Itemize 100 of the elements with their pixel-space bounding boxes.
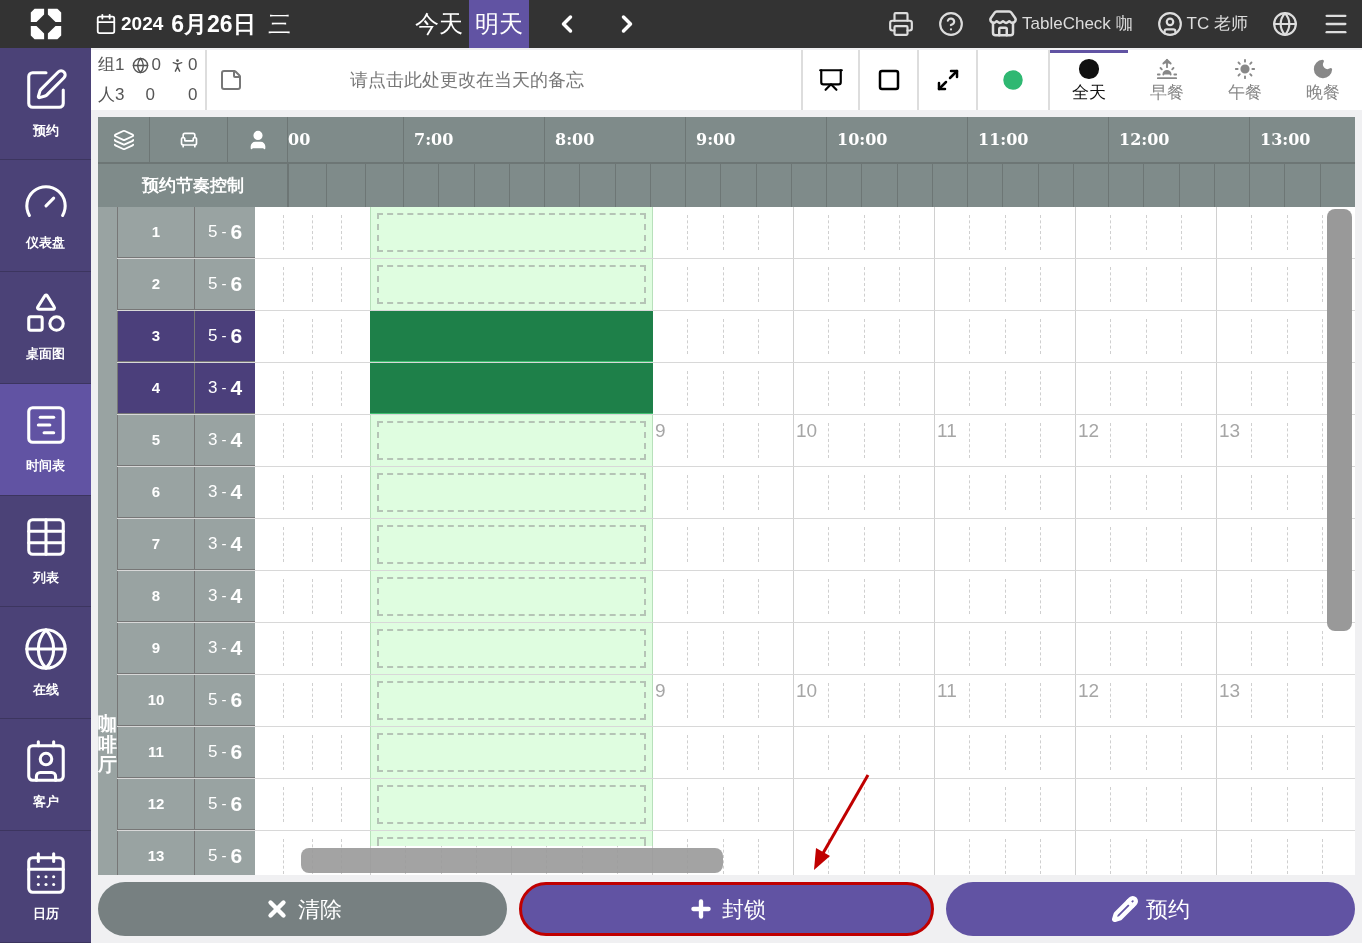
expand-icon[interactable] (935, 68, 960, 92)
selected-slot[interactable] (370, 363, 653, 414)
table-header-cell[interactable]: 5 3 - 4 (117, 415, 255, 466)
min-capacity: 3 (207, 585, 218, 608)
hour-mark: 11 (937, 679, 957, 703)
horizontal-scrollbar[interactable] (301, 848, 723, 873)
help-icon[interactable] (938, 11, 965, 37)
table-header-cell[interactable]: 9 3 - 4 (117, 623, 255, 674)
table-number[interactable]: 13 (147, 844, 165, 868)
min-capacity: 5 (207, 221, 218, 244)
table-header-cell[interactable]: 2 5 - 6 (117, 259, 255, 310)
language-icon[interactable] (1272, 11, 1298, 37)
table-header-cell[interactable]: 6 3 - 4 (117, 467, 255, 518)
available-slot[interactable] (370, 207, 653, 258)
table-number[interactable]: 2 (151, 272, 161, 296)
sidebar-item[interactable]: 时间表 (0, 383, 91, 496)
memo-field[interactable]: 请点击此处更改在当天的备忘 (207, 50, 801, 110)
table-header-cell[interactable]: 4 3 - 4 (117, 363, 255, 414)
min-capacity: 3 (207, 429, 218, 452)
user-icon[interactable] (1156, 11, 1183, 37)
table-header-cell[interactable]: 7 3 - 4 (117, 519, 255, 570)
max-capacity: 4 (230, 427, 243, 454)
range-dash: - (221, 793, 227, 814)
hour-label: 12:00 (1119, 128, 1170, 151)
hour-mark: 12 (1078, 679, 1100, 703)
available-slot[interactable] (370, 831, 653, 846)
available-slot[interactable] (370, 467, 653, 518)
memo-icon (219, 68, 244, 92)
table-number[interactable]: 4 (151, 376, 161, 400)
range-dash: - (221, 221, 227, 242)
reserve-button[interactable]: 预约 (946, 882, 1355, 936)
meal-tab[interactable]: 早餐 (1128, 50, 1206, 110)
table-number[interactable]: 7 (151, 532, 161, 556)
available-slot[interactable] (370, 519, 653, 570)
pencil-icon (1111, 896, 1138, 922)
available-slot[interactable] (370, 779, 653, 830)
available-slot[interactable] (370, 727, 653, 778)
table-number[interactable]: 3 (151, 324, 161, 348)
min-capacity: 5 (207, 325, 218, 348)
available-slot[interactable] (370, 415, 653, 466)
day-tab[interactable]: 明天 (468, 0, 529, 48)
table-header-cell[interactable]: 11 5 - 6 (117, 727, 255, 778)
store-name[interactable]: TableCheck 咖 (1022, 11, 1133, 37)
hour-label: 11:00 (978, 128, 1029, 151)
hour-label: 13:00 (1260, 128, 1311, 151)
table-number[interactable]: 8 (151, 584, 161, 608)
user-name[interactable]: TC 老师 (1186, 11, 1248, 37)
table-header-cell[interactable]: 13 5 - 6 (117, 831, 255, 875)
sidebar-item[interactable]: 客户 (0, 719, 91, 832)
table-header-cell[interactable]: 12 5 - 6 (117, 779, 255, 830)
max-capacity: 6 (230, 271, 243, 298)
selected-slot[interactable] (370, 311, 653, 362)
meal-tab[interactable]: 晚餐 (1284, 50, 1362, 110)
year-text: 2024 (121, 11, 164, 36)
min-capacity: 5 (207, 741, 218, 764)
max-capacity: 6 (230, 739, 243, 766)
max-capacity: 4 (230, 375, 243, 402)
min-capacity: 5 (207, 689, 218, 712)
table-header-cell[interactable]: 8 3 - 4 (117, 571, 255, 622)
square-icon[interactable] (876, 68, 901, 92)
hour-mark: 9 (655, 679, 666, 703)
presentation-icon[interactable] (817, 67, 844, 93)
table-header-cell[interactable]: 3 5 - 6 (117, 311, 255, 362)
sidebar-item[interactable]: 桌面图 (0, 271, 91, 384)
section-label: 咖啡厅 (98, 713, 117, 777)
available-slot[interactable] (370, 623, 653, 674)
sidebar-item[interactable]: 日历 (0, 831, 91, 943)
table-number[interactable]: 11 (148, 740, 164, 764)
meal-tab[interactable]: 全天 (1050, 50, 1128, 110)
hour-mark: 10 (796, 679, 818, 703)
table-number[interactable]: 6 (151, 480, 161, 504)
table-number[interactable]: 12 (147, 792, 165, 816)
table-number[interactable]: 9 (151, 636, 161, 660)
meal-tab[interactable]: 午餐 (1206, 50, 1284, 110)
available-slot[interactable] (370, 675, 653, 726)
vertical-scrollbar[interactable] (1327, 209, 1352, 631)
available-slot[interactable] (370, 571, 653, 622)
sidebar-item[interactable]: 列表 (0, 495, 91, 608)
table-number[interactable]: 1 (151, 220, 161, 244)
sidebar-item[interactable]: 预约 (0, 48, 91, 160)
max-capacity: 4 (230, 479, 243, 506)
clear-button[interactable]: 清除 (98, 882, 507, 936)
range-dash: - (221, 377, 227, 398)
pace-control-label[interactable]: 预约节奏控制 (141, 172, 244, 199)
block-button[interactable]: 封锁 (519, 882, 934, 936)
table-number[interactable]: 10 (147, 688, 165, 712)
calendar-icon (95, 13, 117, 35)
sidebar-item[interactable]: 在线 (0, 607, 91, 720)
sunrise-icon (1156, 57, 1178, 80)
store-icon[interactable] (988, 9, 1019, 39)
day-tab[interactable]: 今天 (408, 0, 469, 48)
available-slot[interactable] (370, 259, 653, 310)
sidebar-item[interactable]: 仪表盘 (0, 159, 91, 272)
max-capacity: 6 (230, 687, 243, 714)
table-number[interactable]: 5 (151, 428, 161, 452)
hour-mark: 12 (1078, 419, 1100, 443)
layers-icon (112, 128, 135, 151)
print-icon[interactable] (888, 11, 915, 37)
table-header-cell[interactable]: 1 5 - 6 (117, 207, 255, 258)
table-header-cell[interactable]: 10 5 - 6 (117, 675, 255, 726)
